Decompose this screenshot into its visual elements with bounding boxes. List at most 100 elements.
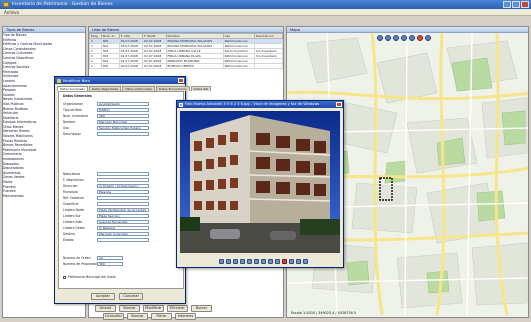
field-input[interactable]: Ayuntamiento	[97, 102, 149, 107]
app-titlebar: Inventario de Patrimonio - Gestion de Bi…	[0, 0, 531, 9]
buscar-button[interactable]: Buscar	[119, 305, 140, 312]
app-title: Inventario de Patrimonio - Gestion de Bi…	[12, 2, 113, 7]
patrimonio-checkbox[interactable]	[63, 276, 66, 279]
field-input[interactable]: Avenida Fernandez	[97, 220, 149, 225]
field-label: Estado	[63, 238, 74, 242]
zoom-out-viewer-icon[interactable]	[261, 259, 266, 264]
dialog-body: Datos Generales Organizacion Ayuntamiento…	[58, 91, 184, 289]
field-input[interactable]: Servicio Publico/Uso Publico	[97, 126, 149, 131]
dialog-close-button[interactable]	[178, 78, 184, 83]
field-label: Tipo de Bien	[63, 108, 83, 112]
field-input[interactable]: Mercado Municipal	[97, 120, 149, 125]
accept-button[interactable]: Aceptar	[91, 293, 115, 300]
patrimonio-checkbox-label: Patrimonio Municipal del Suelo	[68, 275, 116, 279]
anadir-button[interactable]: Anadir	[95, 305, 116, 312]
zoom-in-icon[interactable]	[377, 35, 383, 41]
field-input[interactable]: C/ Dragon / Andres Salan I	[97, 184, 149, 189]
building-photo	[180, 111, 340, 253]
viewer-close-button[interactable]	[336, 102, 342, 107]
viewer-icon	[179, 102, 183, 107]
print-icon[interactable]	[289, 259, 294, 264]
window-controls	[503, 1, 529, 8]
dialog-title: Modificar Bien	[63, 78, 91, 83]
measure-icon[interactable]	[417, 35, 423, 41]
field-label: Num. Inventario	[63, 114, 88, 118]
table-cell: 1	[89, 63, 102, 69]
field-input[interactable]: 300	[97, 114, 149, 119]
field-label: Lindero Este	[63, 220, 83, 224]
field-label: Municipio	[63, 190, 78, 194]
modificar-button[interactable]: Modificar	[143, 305, 164, 312]
help-icon[interactable]	[303, 259, 308, 264]
table-cell: 305	[100, 63, 120, 69]
borrar-button[interactable]: Borrar	[191, 305, 212, 312]
field-input[interactable]	[97, 172, 149, 177]
field-input[interactable]	[97, 238, 149, 243]
field-label: Numero de Propiedad	[63, 262, 97, 266]
field-input[interactable]	[97, 202, 149, 207]
dialog-icon	[57, 78, 61, 83]
asset-detail-dialog: Modificar Bien Datos Generales Datos Regi…	[54, 76, 212, 304]
zoom-in-viewer-icon[interactable]	[254, 259, 259, 264]
field-input[interactable]	[97, 132, 149, 137]
field-label: Nombre	[63, 120, 76, 124]
dialog-titlebar: Modificar Bien	[55, 77, 185, 84]
save-icon[interactable]	[296, 259, 301, 264]
informes-button[interactable]: Informes	[175, 313, 196, 320]
app-icon	[3, 2, 9, 7]
table-body: 1 300 02.07.2008 02.07.2008 PISCINA MUNICIPA…	[89, 38, 283, 69]
field-label: Uso	[63, 126, 69, 130]
field-label: Direccion	[63, 184, 78, 188]
maximize-button[interactable]	[512, 1, 520, 8]
table-row[interactable]: 1 305 02.07.2008 02.07.2008 EDIFICIO CENTRO P…	[89, 63, 283, 69]
table-cell: 02.07.2008	[142, 63, 167, 69]
minimize-button[interactable]	[503, 1, 511, 8]
field-input[interactable]: 10	[97, 256, 123, 261]
field-input[interactable]: C/ Barbara	[97, 226, 149, 231]
delete-icon[interactable]	[282, 259, 287, 264]
field-input[interactable]: Plaza del Republic de la Ciudad	[97, 208, 149, 213]
eliminar-button[interactable]: Eliminar	[167, 305, 188, 312]
full-extent-icon[interactable]	[401, 35, 407, 41]
workspace: Tipos de Bienes Tipo de Bienes Edificios E…	[0, 16, 531, 322]
next-image-icon[interactable]	[226, 259, 231, 264]
field-label: Ref. Catastral	[63, 196, 84, 200]
dialog-section-title: Datos Generales	[63, 94, 92, 98]
previous-image-icon[interactable]	[219, 259, 224, 264]
field-input[interactable]: Plaza Seccion	[97, 214, 149, 219]
slideshow-icon[interactable]	[247, 259, 252, 264]
assets-table: Epig. Num. In. F. Alta F. Modif. Nombre Uso De…	[89, 33, 283, 69]
field-input[interactable]: Mercado municipal	[97, 232, 149, 237]
layers-icon[interactable]	[425, 35, 431, 41]
menu-item-archivo[interactable]: Archivo	[4, 10, 19, 15]
tab-datos-sig[interactable]: Datos SIG	[190, 86, 212, 91]
field-input[interactable]: Edificio	[97, 108, 149, 113]
rotate-clockwise-icon[interactable]	[268, 259, 273, 264]
field-label: Lindero Norte	[63, 208, 85, 212]
close-button[interactable]	[521, 1, 529, 8]
dialog-tabs: Datos Generales Datos Registrales Datos Ad…	[55, 84, 212, 91]
field-label: Lindero Oeste	[63, 226, 85, 230]
field-input[interactable]: Palacios	[97, 190, 149, 195]
field-label: F. Adquisicion	[63, 178, 84, 182]
field-input[interactable]: 300	[97, 262, 123, 267]
actual-size-icon[interactable]	[240, 259, 245, 264]
best-fit-icon[interactable]	[233, 259, 238, 264]
field-label: Numero de Orden	[63, 256, 91, 260]
viewer-toolbar	[219, 259, 308, 264]
consultar-button[interactable]: Consultar	[103, 313, 124, 320]
pan-icon[interactable]	[393, 35, 399, 41]
map-toolbar	[377, 35, 431, 41]
rotate-counterclockwise-icon[interactable]	[275, 259, 280, 264]
field-input[interactable]	[97, 178, 149, 183]
field-input[interactable]	[97, 196, 149, 201]
field-label: Naturaleza	[63, 172, 80, 176]
photo-viewer-window: Foto Nueva Antonelli 3 5 8 2 5 6.jpg - V…	[176, 100, 344, 268]
cancel-button[interactable]: Cancelar	[119, 293, 143, 300]
zoom-out-icon[interactable]	[385, 35, 391, 41]
filtrar-button[interactable]: Filtrar	[151, 313, 172, 320]
table-cell: EDIFICIO CENTRO	[165, 63, 224, 69]
identify-icon[interactable]	[409, 35, 415, 41]
buscar-button[interactable]: Buscar	[127, 313, 148, 320]
viewer-title: Foto Nueva Antonelli 3 5 8 2 5 6.jpg - V…	[185, 102, 320, 106]
